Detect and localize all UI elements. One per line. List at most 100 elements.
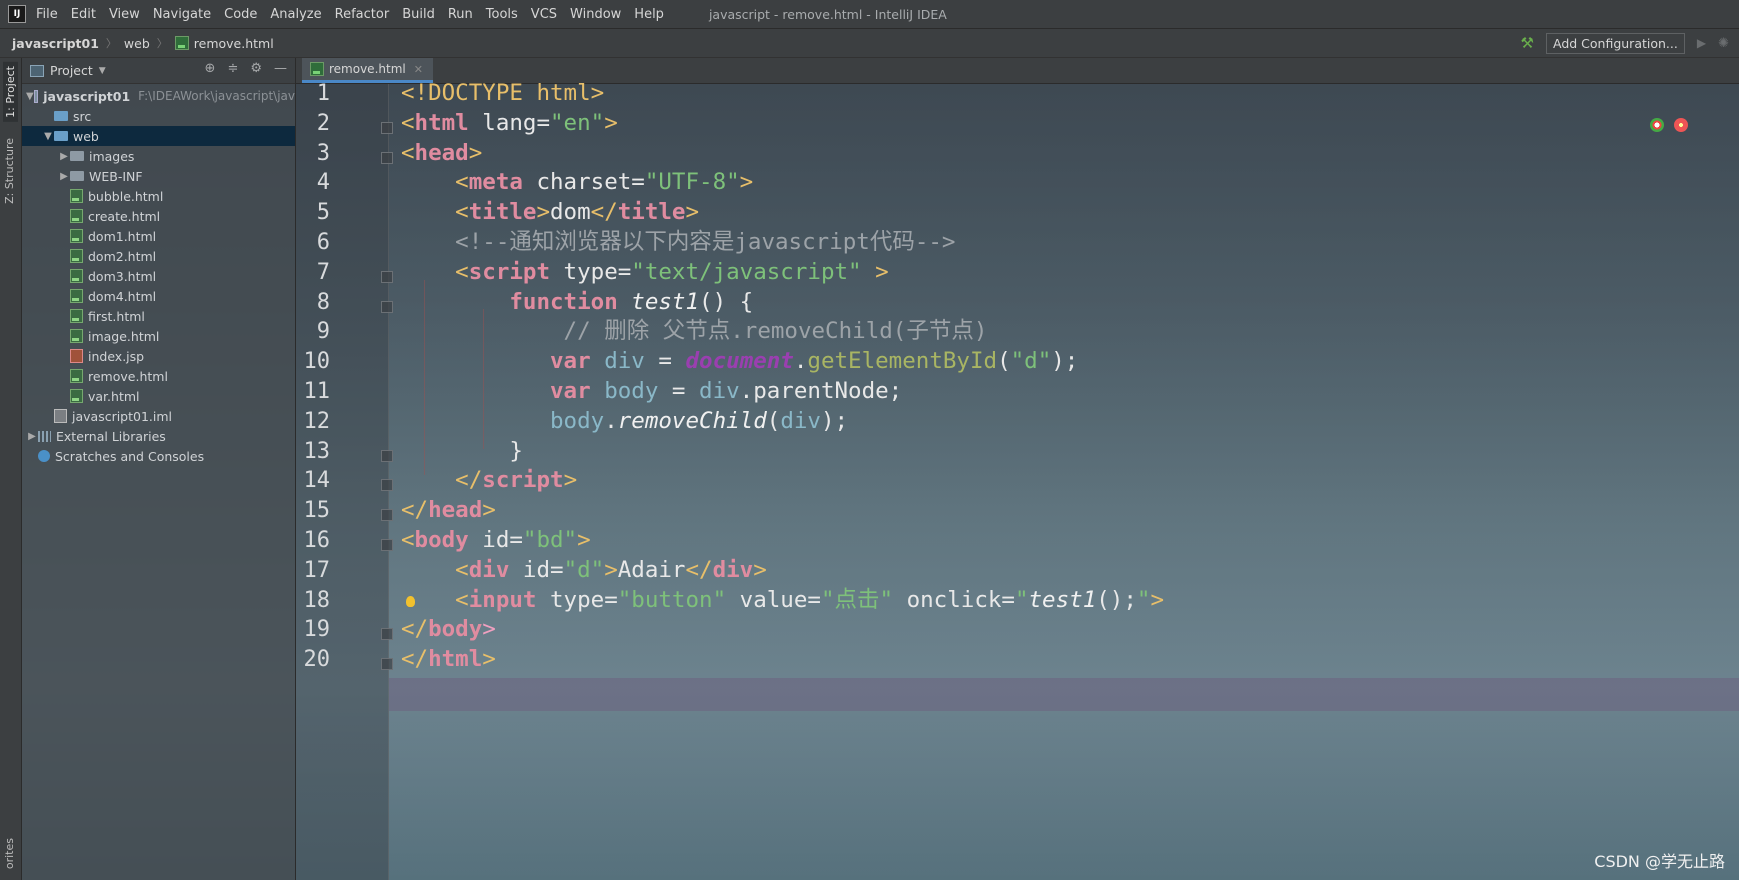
fold-marker-icon[interactable] — [381, 658, 393, 671]
collapse-arrow-icon[interactable]: ▶ — [26, 431, 38, 442]
fold-marker-icon[interactable] — [381, 628, 393, 641]
tree-item[interactable]: index.jsp — [22, 346, 295, 366]
gear-icon[interactable]: ⚙ — [250, 61, 262, 76]
firefox-icon[interactable] — [1674, 118, 1688, 132]
code-line: <input type="button" value="点击" onclick=… — [401, 584, 1164, 617]
tree-item[interactable]: ▼ javascript01 F:\IDEAWork\javascript\jav — [22, 86, 295, 106]
menu-vcs[interactable]: VCS — [531, 7, 557, 22]
tree-item[interactable]: javascript01.iml — [22, 406, 295, 426]
tree-item[interactable]: dom4.html — [22, 286, 295, 306]
tree-item[interactable]: var.html — [22, 386, 295, 406]
code-token: < — [401, 169, 469, 196]
project-view-selector[interactable]: Project ▼ — [30, 63, 106, 78]
code-token: removeChild — [617, 407, 767, 434]
tree-item[interactable]: ▶ External Libraries — [22, 426, 295, 446]
line-number: 17 — [303, 557, 331, 583]
debug-icon[interactable]: ✺ — [1718, 36, 1729, 51]
line-number: 7 — [316, 259, 330, 285]
collapse-arrow-icon[interactable]: ▶ — [58, 151, 70, 162]
tree-item-label: image.html — [88, 328, 160, 344]
build-hammer-icon[interactable]: ⚒ — [1521, 34, 1534, 52]
breadcrumb-web[interactable]: web — [124, 36, 150, 51]
code-token: > — [563, 467, 578, 494]
tree-item[interactable]: bubble.html — [22, 186, 295, 206]
code-token: div — [712, 556, 754, 583]
menu-build[interactable]: Build — [402, 7, 435, 22]
tree-item-label: dom4.html — [88, 288, 157, 304]
tree-item[interactable]: dom3.html — [22, 266, 295, 286]
menu-edit[interactable]: Edit — [71, 7, 96, 22]
fold-marker-icon[interactable] — [381, 151, 393, 164]
breadcrumb-file[interactable]: remove.html — [174, 36, 274, 51]
line-number: 12 — [303, 408, 331, 434]
line-number: 5 — [316, 200, 330, 226]
tool-tab-project[interactable]: 1: Project — [3, 62, 18, 122]
breadcrumb-project[interactable]: javascript01 — [12, 36, 99, 51]
menu-code[interactable]: Code — [224, 7, 257, 22]
tree-item[interactable]: dom1.html — [22, 226, 295, 246]
code-line: </html> — [401, 643, 496, 676]
code-token: onclick= — [893, 586, 1015, 613]
tree-item[interactable]: create.html — [22, 206, 295, 226]
tree-item[interactable]: dom2.html — [22, 246, 295, 266]
tool-tab-structure[interactable]: Z: Structure — [3, 138, 16, 204]
menu-file[interactable]: File — [36, 7, 58, 22]
editor-gutter: 1 2 3 4 5 6 7 8 9 10 11 12 13 14 15 16 17 18 19 20 — [296, 81, 393, 880]
tree-item[interactable]: ▶ images — [22, 146, 295, 166]
minimize-icon[interactable]: — — [274, 61, 287, 76]
tree-item-label: dom3.html — [88, 268, 157, 284]
code-token: = — [644, 348, 686, 375]
menu-view[interactable]: View — [109, 7, 140, 22]
chrome-icon[interactable] — [1650, 118, 1664, 132]
expand-arrow-icon[interactable]: ▼ — [26, 91, 34, 102]
collapse-arrow-icon[interactable]: ▶ — [58, 171, 70, 182]
code-token: ( — [766, 407, 781, 434]
menu-window[interactable]: Window — [570, 7, 621, 22]
fold-marker-icon[interactable] — [381, 121, 393, 134]
fold-marker-icon[interactable] — [381, 449, 393, 462]
code-line: <html lang="en"> — [401, 107, 618, 140]
menu-refactor[interactable]: Refactor — [335, 7, 390, 22]
menu-navigate[interactable]: Navigate — [153, 7, 211, 22]
code-token: > — [753, 556, 767, 583]
locate-file-icon[interactable]: ⊕ — [205, 61, 216, 76]
tree-item[interactable]: ▶ WEB-INF — [22, 166, 295, 186]
tree-item[interactable]: remove.html — [22, 366, 295, 386]
collapse-all-icon[interactable]: ≑ — [227, 61, 238, 76]
html-file-icon — [70, 309, 83, 323]
code-token: value= — [726, 586, 821, 613]
menu-help[interactable]: Help — [634, 7, 664, 22]
code-token: ( — [997, 348, 1011, 375]
code-token: <!DOCTYPE html> — [401, 80, 605, 106]
source-folder-icon — [54, 111, 68, 121]
code-token: body — [414, 527, 469, 553]
html-file-icon — [70, 369, 83, 383]
menu-run[interactable]: Run — [448, 7, 473, 22]
add-configuration-button[interactable]: Add Configuration... — [1545, 32, 1685, 54]
code-token: > — [577, 527, 591, 553]
fold-marker-icon[interactable] — [381, 270, 393, 283]
menu-tools[interactable]: Tools — [486, 7, 518, 22]
tree-item[interactable]: src — [22, 106, 295, 126]
close-icon[interactable]: ✕ — [414, 63, 423, 76]
tree-item[interactable]: image.html — [22, 326, 295, 346]
tree-item[interactable]: Scratches and Consoles — [22, 446, 295, 466]
expand-arrow-icon[interactable]: ▼ — [42, 131, 54, 142]
line-number: 18 — [303, 587, 331, 613]
code-token: // 删除 父节点.removeChild(子节点) — [401, 318, 988, 345]
fold-marker-icon[interactable] — [381, 539, 393, 551]
code-editor[interactable]: 1 2 3 4 5 6 7 8 9 10 11 12 13 14 15 16 17 18 19 20 <!DOCTYP… — [296, 80, 1739, 880]
code-token: "d" — [563, 556, 605, 583]
tree-item[interactable]: first.html — [22, 306, 295, 326]
menu-analyze[interactable]: Analyze — [270, 7, 321, 22]
fold-marker-icon[interactable] — [381, 509, 393, 522]
fold-marker-icon[interactable] — [381, 479, 393, 492]
tree-item[interactable]: ▼ web — [22, 126, 295, 146]
code-token: > — [482, 616, 496, 643]
html-file-icon — [70, 189, 83, 203]
code-token: "点击" — [820, 586, 894, 613]
fold-marker-icon[interactable] — [381, 300, 393, 313]
tool-tab-favorites[interactable]: orites — [3, 838, 16, 869]
html-file-icon — [70, 269, 83, 283]
run-icon[interactable]: ▶ — [1697, 36, 1706, 50]
